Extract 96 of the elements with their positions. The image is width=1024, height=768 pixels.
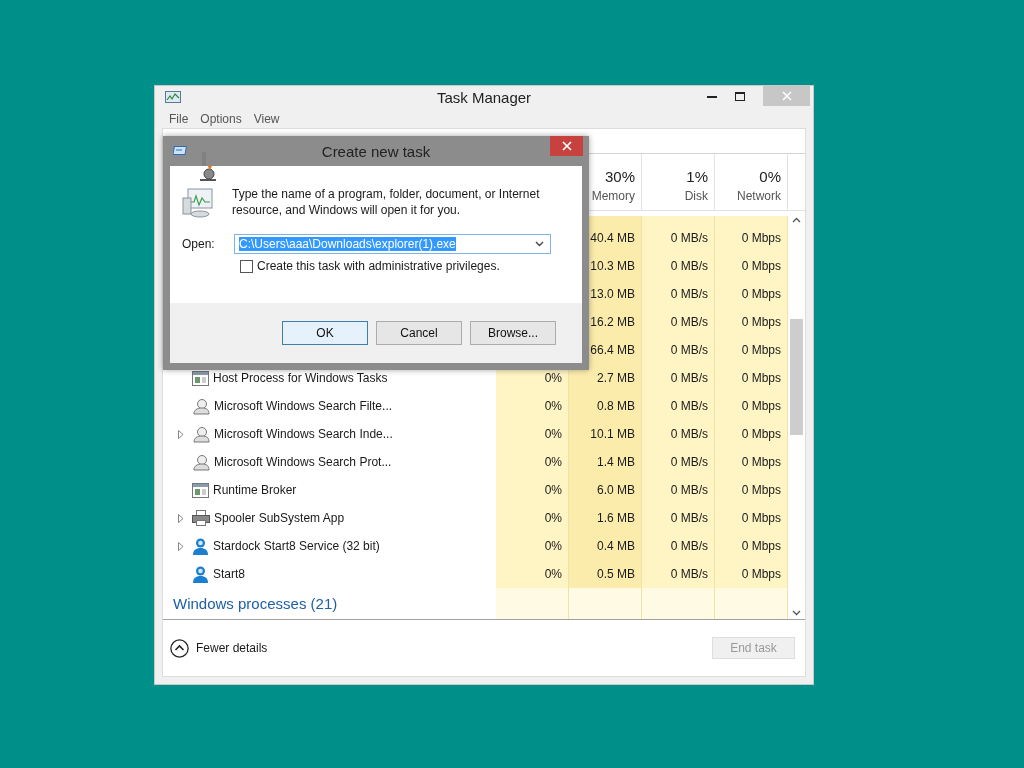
fewer-details-link[interactable]: Fewer details — [196, 641, 268, 655]
chart-icon — [165, 90, 181, 105]
cpu-value: 0% — [544, 539, 562, 553]
scroll-thumb[interactable] — [790, 319, 803, 435]
network-value: 0 Mbps — [741, 455, 781, 469]
network-value: 0 Mbps — [741, 483, 781, 497]
cpu-value: 0% — [544, 371, 562, 385]
dialog-title: Create new task — [321, 142, 431, 160]
network-value: 0 Mbps — [741, 259, 781, 273]
collapse-icon[interactable] — [170, 638, 189, 658]
person-icon — [192, 565, 209, 583]
disk-value: 0 MB/s — [670, 399, 708, 413]
expand-icon[interactable] — [178, 513, 184, 523]
cpu-value: 0% — [544, 483, 562, 497]
group-heading[interactable]: Windows processes (21) — [173, 595, 338, 612]
close-button[interactable] — [550, 136, 583, 156]
process-name: Host Process for Windows Tasks — [213, 371, 388, 385]
disk-value: 0 MB/s — [670, 287, 708, 301]
network-value: 0 Mbps — [741, 399, 781, 413]
network-value: 0 Mbps — [741, 427, 781, 441]
menu-item[interactable]: View — [247, 111, 286, 126]
memory-value: 10.1 MB — [590, 427, 635, 441]
disk-value: 0 MB/s — [670, 259, 708, 273]
network-value: 0 Mbps — [741, 539, 781, 553]
disk-value: 0 MB/s — [670, 483, 708, 497]
column-percent: 0% — [759, 167, 781, 185]
checkbox[interactable] — [240, 259, 253, 273]
dialog-button[interactable]: Cancel — [376, 321, 462, 345]
dialog-button[interactable]: OK — [282, 321, 368, 345]
open-label: Open: — [182, 237, 216, 251]
person-icon — [192, 537, 209, 555]
minimize-icon[interactable] — [707, 94, 717, 98]
cpu-value: 0% — [544, 427, 562, 441]
cpu-value: 0% — [544, 399, 562, 413]
disk-value: 0 MB/s — [670, 231, 708, 245]
menu-item[interactable]: Options — [194, 111, 248, 126]
network-value: 0 Mbps — [741, 567, 781, 581]
process-name: Spooler SubSystem App — [214, 511, 345, 525]
column-header[interactable]: Network — [737, 188, 781, 203]
memory-value: 0.8 MB — [597, 399, 635, 413]
expand-icon[interactable] — [178, 541, 184, 551]
dropdown-caret-icon[interactable] — [535, 241, 544, 247]
network-value: 0 Mbps — [741, 343, 781, 357]
scroll-up-icon[interactable] — [792, 217, 801, 223]
memory-value: 0.4 MB — [597, 539, 635, 553]
memory-value: 40.4 MB — [590, 231, 635, 245]
column-percent: 30% — [604, 167, 635, 185]
window-title: Task Manager — [436, 89, 532, 107]
network-value: 0 Mbps — [741, 231, 781, 245]
disk-value: 0 MB/s — [670, 567, 708, 581]
process-name: Microsoft Windows Search Inde... — [214, 427, 393, 441]
disk-value: 0 MB/s — [670, 343, 708, 357]
process-name: Start8 — [213, 567, 245, 581]
disk-value: 0 MB/s — [670, 427, 708, 441]
close-icon[interactable] — [561, 141, 572, 151]
process-name: Microsoft Windows Search Filte... — [214, 399, 393, 413]
window-icon — [192, 482, 209, 498]
network-value: 0 Mbps — [741, 511, 781, 525]
maximize-icon[interactable] — [735, 91, 745, 101]
cpu-value: 0% — [544, 567, 562, 581]
process-name: Runtime Broker — [213, 483, 297, 497]
disk-value: 0 MB/s — [670, 511, 708, 525]
process-name: Microsoft Windows Search Prot... — [214, 455, 392, 469]
window-icon — [192, 370, 209, 386]
cpu-value: 0% — [544, 511, 562, 525]
busy-cursor-icon — [199, 152, 217, 182]
memory-value: 66.4 MB — [590, 343, 635, 357]
dialog-button[interactable]: Browse... — [470, 321, 556, 345]
cpu-value: 0% — [544, 455, 562, 469]
column-header[interactable]: Memory — [591, 188, 635, 203]
memory-value: 10.3 MB — [590, 259, 635, 273]
menu-item[interactable]: File — [163, 111, 195, 126]
printer-icon — [192, 510, 210, 526]
dialog-message: Type the name of a program, folder, document, or Internet resource, and Windows will open it for you. — [232, 186, 541, 218]
run-icon — [173, 146, 187, 156]
network-value: 0 Mbps — [741, 315, 781, 329]
network-value: 0 Mbps — [741, 371, 781, 385]
monitor-chart-icon — [182, 188, 214, 218]
disk-value: 0 MB/s — [670, 539, 708, 553]
column-header[interactable]: Disk — [684, 188, 708, 203]
memory-value: 1.6 MB — [597, 511, 635, 525]
checkbox-label[interactable]: Create this task with administrative privileges. — [257, 259, 500, 273]
column-percent: 1% — [686, 167, 708, 185]
network-value: 0 Mbps — [741, 287, 781, 301]
memory-value: 1.4 MB — [597, 455, 635, 469]
memory-value: 6.0 MB — [597, 483, 635, 497]
memory-value: 16.2 MB — [590, 315, 635, 329]
memory-value: 0.5 MB — [597, 567, 635, 581]
process-name: Stardock Start8 Service (32 bit) — [213, 539, 380, 553]
memory-value: 13.0 MB — [590, 287, 635, 301]
memory-value: 2.7 MB — [597, 371, 635, 385]
expand-icon[interactable] — [178, 429, 184, 439]
disk-value: 0 MB/s — [670, 315, 708, 329]
disk-value: 0 MB/s — [670, 455, 708, 469]
scroll-down-icon[interactable] — [792, 610, 801, 616]
disk-value: 0 MB/s — [670, 371, 708, 385]
